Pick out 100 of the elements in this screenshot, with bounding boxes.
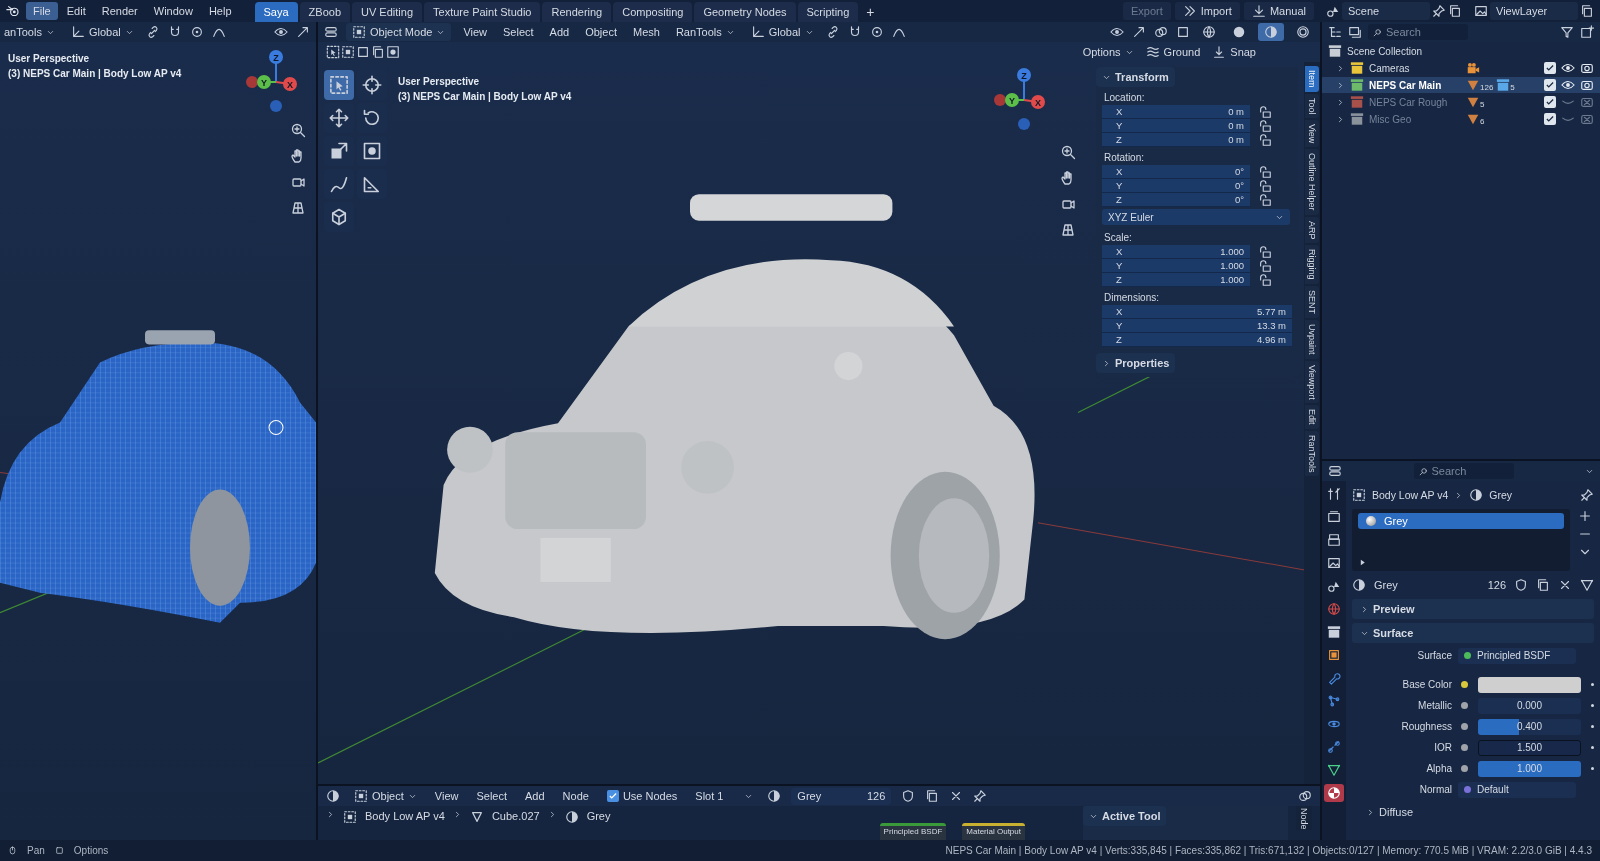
workspace-tab[interactable]: Saya [254,2,298,22]
menu-item[interactable]: Node [558,787,593,805]
lock-icon[interactable] [1258,133,1272,147]
search-field[interactable]: Search [1368,24,1468,40]
menu-item[interactable]: Window [146,2,200,20]
properties-tab[interactable] [1324,784,1344,802]
panel-header[interactable]: Diffuse [1352,802,1594,822]
gizmo-icon[interactable] [296,25,310,39]
link-icon[interactable] [825,25,840,39]
keyframe-dot[interactable] [1591,683,1594,686]
menu-item[interactable]: Mesh [629,23,664,41]
checkbox[interactable] [1544,62,1556,74]
proportional-edit-icon[interactable] [189,25,204,39]
number-field[interactable]: Y 1.000 [1102,259,1250,273]
app-logo-icon[interactable] [6,4,20,18]
lock-icon[interactable] [1258,119,1272,133]
keyframe-dot[interactable] [1591,725,1594,728]
add-workspace-button[interactable]: + [860,2,881,22]
material-icon[interactable] [767,789,782,803]
outliner-item[interactable]: Misc Geo [1369,113,1461,125]
socket-dot[interactable] [1461,744,1469,751]
color-swatch[interactable] [1477,676,1581,693]
workspace-tab[interactable]: Geometry Nodes [694,2,796,22]
copy-icon[interactable] [1536,578,1550,592]
selected-row[interactable]: NEPS Car Main 126 5 [1322,77,1600,93]
checkbox[interactable] [1544,113,1556,125]
lock-icon[interactable] [1258,245,1272,259]
copy-icon[interactable] [925,789,940,803]
number-field[interactable]: Y 0° [1102,179,1250,193]
menu-item[interactable]: View [430,787,463,805]
editor-type-icon[interactable] [324,25,338,39]
lock-icon[interactable] [1258,193,1272,207]
number-field[interactable]: Z 1.000 [1102,273,1250,287]
shader-type-dropdown[interactable]: Object [350,787,421,805]
menu-item[interactable]: File [26,2,58,20]
outliner-item[interactable]: NEPS Car Main [1369,79,1461,91]
sidebar-tab[interactable]: Rigging [1305,245,1319,284]
outliner-item[interactable]: NEPS Car Rough [1369,96,1461,108]
lock-icon[interactable] [1258,165,1272,179]
editor-type-icon[interactable] [1328,464,1342,478]
scene-icon[interactable] [1326,4,1340,18]
pin-icon[interactable] [1580,488,1594,502]
zoom-icon[interactable] [290,122,306,138]
pin-icon[interactable] [973,789,988,803]
node-card[interactable]: Material Output [962,823,1025,840]
menu-item[interactable]: Object [581,23,621,41]
tool-button[interactable] [324,70,354,100]
tool-button[interactable] [324,169,354,199]
lock-icon[interactable] [1258,259,1272,273]
overlay-icon[interactable] [1154,25,1168,39]
editor-type-icon[interactable] [326,789,340,803]
use-nodes-checkbox[interactable]: Use Nodes [602,787,682,805]
number-field[interactable]: X 0° [1102,165,1250,179]
selection-mode-icon[interactable] [386,45,400,59]
rotation-mode-dropdown[interactable]: XYZ Euler [1102,209,1290,225]
panel-header[interactable]: Surface [1352,623,1594,643]
sidebar-tab[interactable]: Edit [1305,405,1319,429]
mode-dropdown[interactable]: Object Mode [346,23,452,41]
selection-mode-icon[interactable] [356,45,370,59]
search-field[interactable]: Search [1413,463,1514,479]
sidebar-tab[interactable]: Tool [1305,93,1319,119]
menu-item[interactable]: Select [472,787,512,805]
lock-icon[interactable] [1258,105,1272,119]
eye-icon[interactable] [1561,61,1575,75]
checkbox[interactable] [1544,79,1556,91]
copy-icon[interactable] [1448,4,1462,18]
manual-button[interactable]: Manual [1243,2,1314,20]
lock-icon[interactable] [1258,273,1272,287]
selection-mode-icon[interactable] [326,45,340,59]
tool-button[interactable] [357,169,387,199]
sidebar-tab[interactable]: SENT [1305,285,1319,318]
workspace-tab[interactable]: Texture Paint Studio [424,2,541,22]
eye-icon[interactable] [1561,78,1575,92]
sidebar-tab[interactable]: Outline Helper [1305,149,1319,215]
menu-item[interactable]: Select [499,23,538,41]
menu-item[interactable]: Render [94,2,145,20]
new-collection-icon[interactable] [1580,25,1594,39]
pie-menu-dropdown[interactable]: anTools [0,23,59,41]
copy-icon[interactable] [1580,4,1594,18]
keyframe-dot[interactable] [1591,704,1594,707]
menu-item[interactable]: Add [545,23,574,41]
editor-type-icon[interactable] [1328,25,1342,39]
material-icon[interactable] [1352,578,1366,592]
visibility-icon[interactable] [1110,25,1124,39]
expand-arrow-icon[interactable] [1358,558,1367,567]
grid-icon[interactable] [290,200,306,216]
panel-header[interactable]: Active Tool [1083,806,1167,826]
number-field[interactable]: Z 0° [1102,193,1250,207]
camera-icon[interactable] [1580,78,1594,92]
panel-header[interactable]: Transform [1096,67,1175,87]
tool-button[interactable] [324,202,354,232]
filter-icon[interactable] [1560,25,1574,39]
shield-icon[interactable] [901,789,916,803]
number-field[interactable]: 1.500 [1477,739,1581,756]
add-icon[interactable] [1578,509,1592,523]
material-slot[interactable]: Grey [1358,513,1564,529]
shading-mode-button[interactable] [1258,23,1284,41]
outliner-item[interactable]: Cameras [1369,62,1461,74]
workspace-tab[interactable]: Compositing [613,2,693,22]
menu-item[interactable]: View [459,23,492,41]
